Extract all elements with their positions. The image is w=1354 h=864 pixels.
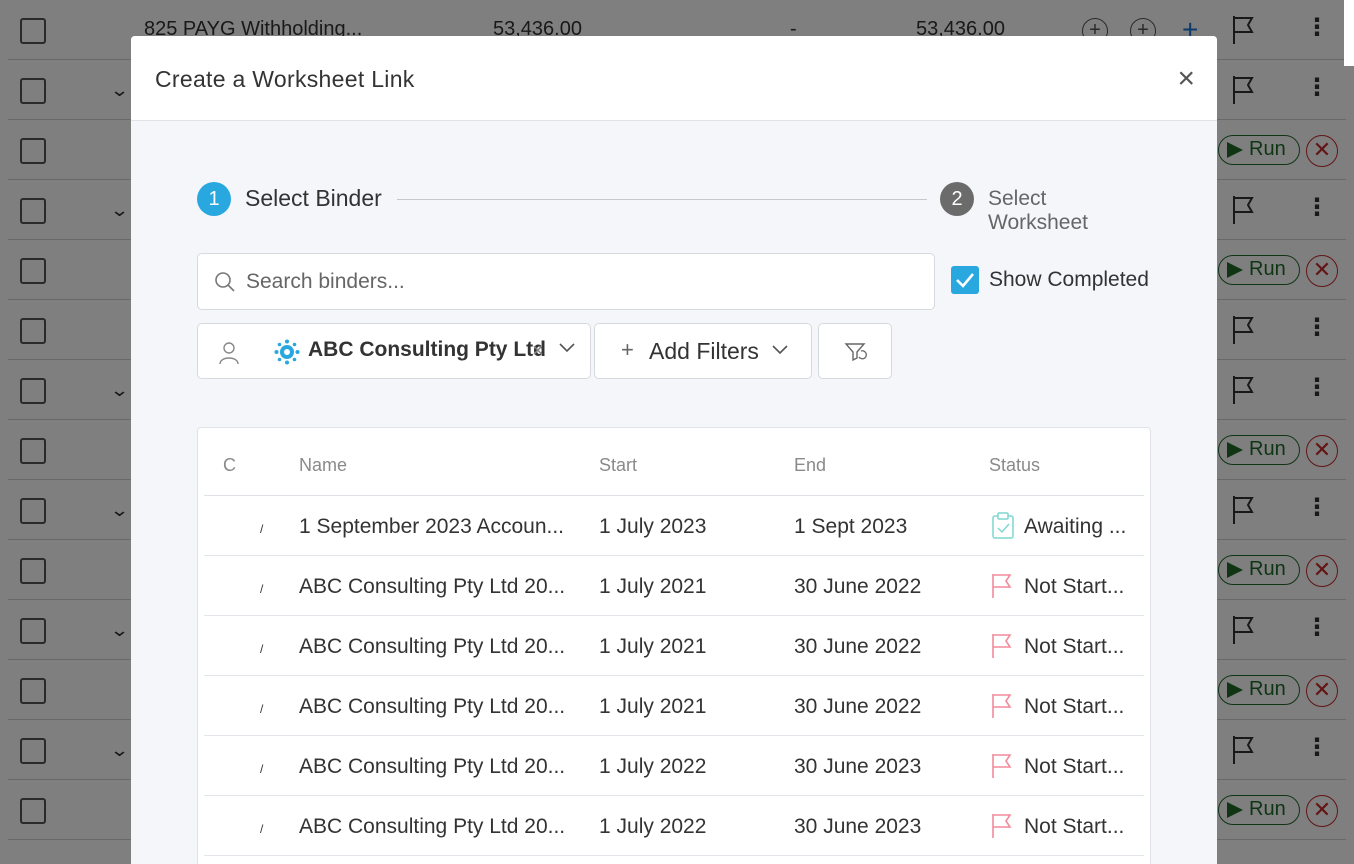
- filter-reset-icon: [844, 343, 867, 362]
- step-1-label: Select Binder: [245, 185, 382, 211]
- step-1-number: 1: [197, 182, 231, 216]
- row-c-cell: /: [260, 582, 264, 596]
- row-status: Not Start...: [1024, 575, 1125, 598]
- dialog-header: Create a Worksheet Link ×: [131, 36, 1217, 121]
- flag-icon: [992, 754, 1012, 778]
- row-c-cell: /: [260, 822, 264, 836]
- person-icon: [219, 342, 239, 365]
- table-row[interactable]: / ABC Consulting Pty Ltd 20... 1 July 20…: [204, 796, 1144, 856]
- add-filters-button[interactable]: + Add Filters: [594, 323, 812, 379]
- row-end: 30 June 2023: [794, 755, 922, 778]
- add-filters-label: Add Filters: [649, 338, 759, 364]
- column-header-end[interactable]: End: [794, 455, 826, 476]
- row-end: 30 June 2022: [794, 635, 922, 658]
- selected-client-name: ABC Consulting Pty Ltd: [308, 338, 546, 361]
- row-name: ABC Consulting Pty Ltd 20...: [299, 635, 566, 658]
- row-start: 1 July 2021: [599, 695, 707, 718]
- column-header-start[interactable]: Start: [599, 455, 637, 476]
- checkmark-icon: [956, 273, 974, 288]
- dialog-title: Create a Worksheet Link: [155, 66, 415, 92]
- client-logo-icon: [274, 339, 300, 365]
- row-c-cell: /: [260, 522, 264, 536]
- chevron-down-icon: [772, 345, 788, 355]
- search-input[interactable]: [246, 264, 906, 300]
- row-end: 30 June 2022: [794, 575, 922, 598]
- chevron-down-icon[interactable]: [558, 342, 576, 354]
- row-name: ABC Consulting Pty Ltd 20...: [299, 695, 566, 718]
- row-status: Not Start...: [1024, 695, 1125, 718]
- row-end: 30 June 2023: [794, 815, 922, 838]
- table-row[interactable]: / ABC Consulting Pty Ltd 20... 1 July 20…: [204, 736, 1144, 796]
- step-2-number: 2: [940, 182, 974, 216]
- row-name: 1 September 2023 Accoun...: [299, 515, 565, 538]
- row-name: ABC Consulting Pty Ltd 20...: [299, 815, 566, 838]
- binders-table: C Name Start End Status / 1 September 20…: [197, 427, 1151, 864]
- show-completed-checkbox[interactable]: [951, 266, 979, 294]
- row-start: 1 July 2021: [599, 635, 707, 658]
- side-panel-tab[interactable]: [1344, 0, 1354, 66]
- row-status: Not Start...: [1024, 755, 1125, 778]
- stepper: 1 Select Binder 2 Select Worksheet: [197, 182, 1151, 234]
- table-row[interactable]: / 1 September 2023 Accoun... 1 July 2023…: [204, 496, 1144, 556]
- row-end: 1 Sept 2023: [794, 515, 908, 538]
- search-icon: [215, 272, 235, 292]
- column-header-c[interactable]: C: [223, 455, 236, 476]
- row-status: Awaiting ...: [1024, 515, 1127, 538]
- flag-icon: [992, 814, 1012, 838]
- table-header: C Name Start End Status: [204, 428, 1144, 496]
- row-start: 1 July 2022: [599, 755, 707, 778]
- row-c-cell: /: [260, 702, 264, 716]
- row-start: 1 July 2021: [599, 575, 707, 598]
- reset-filters-button[interactable]: [818, 323, 892, 379]
- binder-search-box[interactable]: [197, 253, 935, 310]
- table-row[interactable]: / ABC Consulting Pty Ltd 20... 1 July 20…: [204, 676, 1144, 736]
- row-end: 30 June 2022: [794, 695, 922, 718]
- row-start: 1 July 2022: [599, 815, 707, 838]
- table-row[interactable]: / ABC Consulting Pty Ltd 20... 1 July 20…: [204, 556, 1144, 616]
- show-completed-label: Show Completed: [989, 268, 1149, 291]
- row-status: Not Start...: [1024, 815, 1125, 838]
- column-header-status[interactable]: Status: [989, 455, 1040, 476]
- plus-icon: +: [621, 337, 634, 362]
- row-name: ABC Consulting Pty Ltd 20...: [299, 755, 566, 778]
- column-header-name[interactable]: Name: [299, 455, 347, 476]
- flag-icon: [992, 694, 1012, 718]
- step-2-label: Select Worksheet: [988, 187, 1088, 234]
- row-start: 1 July 2023: [599, 515, 707, 538]
- flag-icon: [992, 634, 1012, 658]
- close-icon[interactable]: ×: [1177, 64, 1195, 94]
- clear-client-icon[interactable]: ×: [532, 340, 544, 363]
- row-name: ABC Consulting Pty Ltd 20...: [299, 575, 566, 598]
- row-status: Not Start...: [1024, 635, 1125, 658]
- create-worksheet-link-dialog: Create a Worksheet Link × 1 Select Binde…: [131, 36, 1217, 864]
- client-filter-select[interactable]: ABC Consulting Pty Ltd ×: [197, 323, 591, 379]
- stepper-divider: [397, 199, 927, 200]
- clipboard-icon: [992, 512, 1014, 539]
- table-row[interactable]: / ABC Consulting Pty Ltd 20... 1 July 20…: [204, 616, 1144, 676]
- flag-icon: [992, 574, 1012, 598]
- row-c-cell: /: [260, 762, 264, 776]
- row-c-cell: /: [260, 642, 264, 656]
